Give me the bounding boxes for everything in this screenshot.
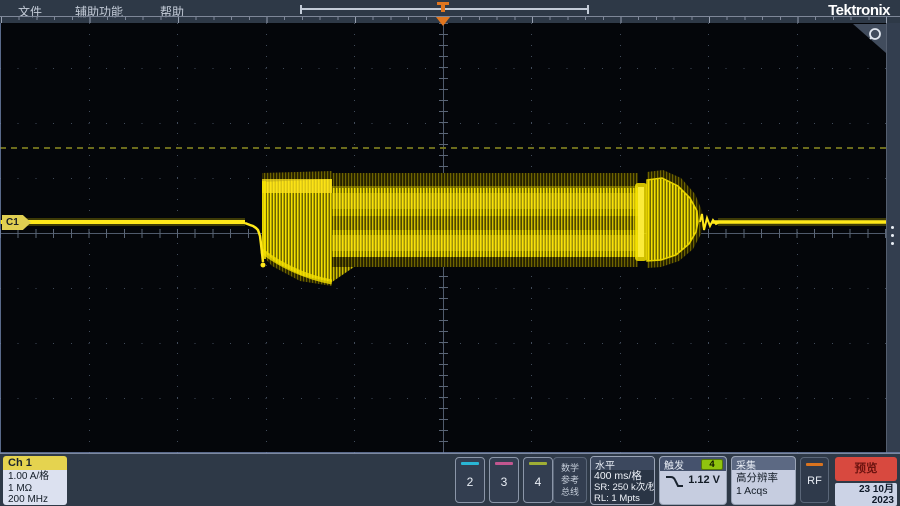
channel-2-label: 2	[456, 475, 484, 489]
horizontal-scale: 400 ms/格	[594, 471, 654, 482]
bus-label: 总线	[554, 486, 586, 498]
trigger-body: 1.12 V	[660, 471, 726, 489]
rf-button[interactable]: RF	[800, 457, 829, 503]
channel-1-bandwidth: 200 MHz	[8, 494, 67, 505]
acquisition-body: 高分辨率 1 Acqs	[732, 470, 795, 497]
handle-dot	[891, 242, 894, 245]
acquisition-count: 1 Acqs	[736, 485, 795, 498]
channel-3-label: 3	[490, 475, 518, 489]
trigger-source-badge: 4	[701, 459, 723, 470]
channel-4-color-bar	[529, 462, 547, 465]
channel-1-scale: 1.00 A/格	[8, 471, 67, 483]
horizontal-title: 水平	[591, 457, 654, 470]
bracket-left-cap	[300, 5, 302, 14]
channel-1-settings: 1.00 A/格 1 MΩ 200 MHz	[3, 470, 67, 505]
menu-bar: 文件 辅助功能 帮助 Tektronix	[0, 0, 900, 23]
channel-3-color-bar	[495, 462, 513, 465]
waveform-view[interactable]: C1	[0, 23, 900, 453]
channel-4-button[interactable]: 4	[523, 457, 553, 503]
handle-dot	[891, 234, 894, 237]
sample-rate: SR: 250 k次/秒	[594, 482, 654, 493]
acquisition-title: 采集	[732, 457, 795, 470]
rf-color-bar	[806, 463, 823, 466]
trigger-panel[interactable]: 触发 4 1.12 V	[659, 456, 727, 505]
channel-1-impedance: 1 MΩ	[8, 483, 67, 495]
acquisition-mode: 高分辨率	[736, 472, 795, 485]
ref-label: 参考	[554, 474, 586, 486]
waveform-canvas	[0, 23, 900, 453]
channel-1-title: Ch 1	[3, 456, 67, 470]
channel-1-badge[interactable]: Ch 1 1.00 A/格 1 MΩ 200 MHz	[3, 456, 67, 505]
preview-button[interactable]: 预览	[835, 457, 897, 481]
channel-2-color-bar	[461, 462, 479, 465]
status-bar: Ch 1 1.00 A/格 1 MΩ 200 MHz 2 3 4 数学 参考 总…	[0, 453, 900, 506]
vertical-scrollbar[interactable]	[886, 23, 900, 453]
trigger-level: 1.12 V	[688, 474, 720, 489]
bracket-right-cap	[587, 5, 589, 14]
channel-2-button[interactable]: 2	[455, 457, 485, 503]
rf-label: RF	[801, 475, 828, 487]
math-ref-bus-button[interactable]: 数学 参考 总线	[553, 457, 587, 503]
record-length: RL: 1 Mpts	[594, 493, 654, 504]
trigger-title: 触发	[664, 457, 684, 472]
datetime-display: 23 10月 2023 10:56:04	[835, 483, 897, 506]
horizontal-settings: 400 ms/格 SR: 250 k次/秒 RL: 1 Mpts	[591, 470, 654, 504]
scrollbar-drag-handle[interactable]	[891, 226, 895, 250]
trigger-position-handle-stem[interactable]	[441, 4, 445, 12]
date-text: 23 10月 2023	[835, 484, 894, 506]
trigger-header: 触发 4	[660, 457, 726, 471]
channel-3-button[interactable]: 3	[489, 457, 519, 503]
channel-4-label: 4	[524, 475, 552, 489]
math-label: 数学	[554, 462, 586, 474]
acquisition-panel[interactable]: 采集 高分辨率 1 Acqs	[731, 456, 796, 505]
graticule-left-edge	[0, 23, 1, 453]
horizontal-panel[interactable]: 水平 400 ms/格 SR: 250 k次/秒 RL: 1 Mpts	[590, 456, 655, 505]
falling-edge-icon	[665, 474, 684, 489]
trigger-position-marker-icon[interactable]	[436, 17, 450, 26]
handle-dot	[891, 226, 894, 229]
